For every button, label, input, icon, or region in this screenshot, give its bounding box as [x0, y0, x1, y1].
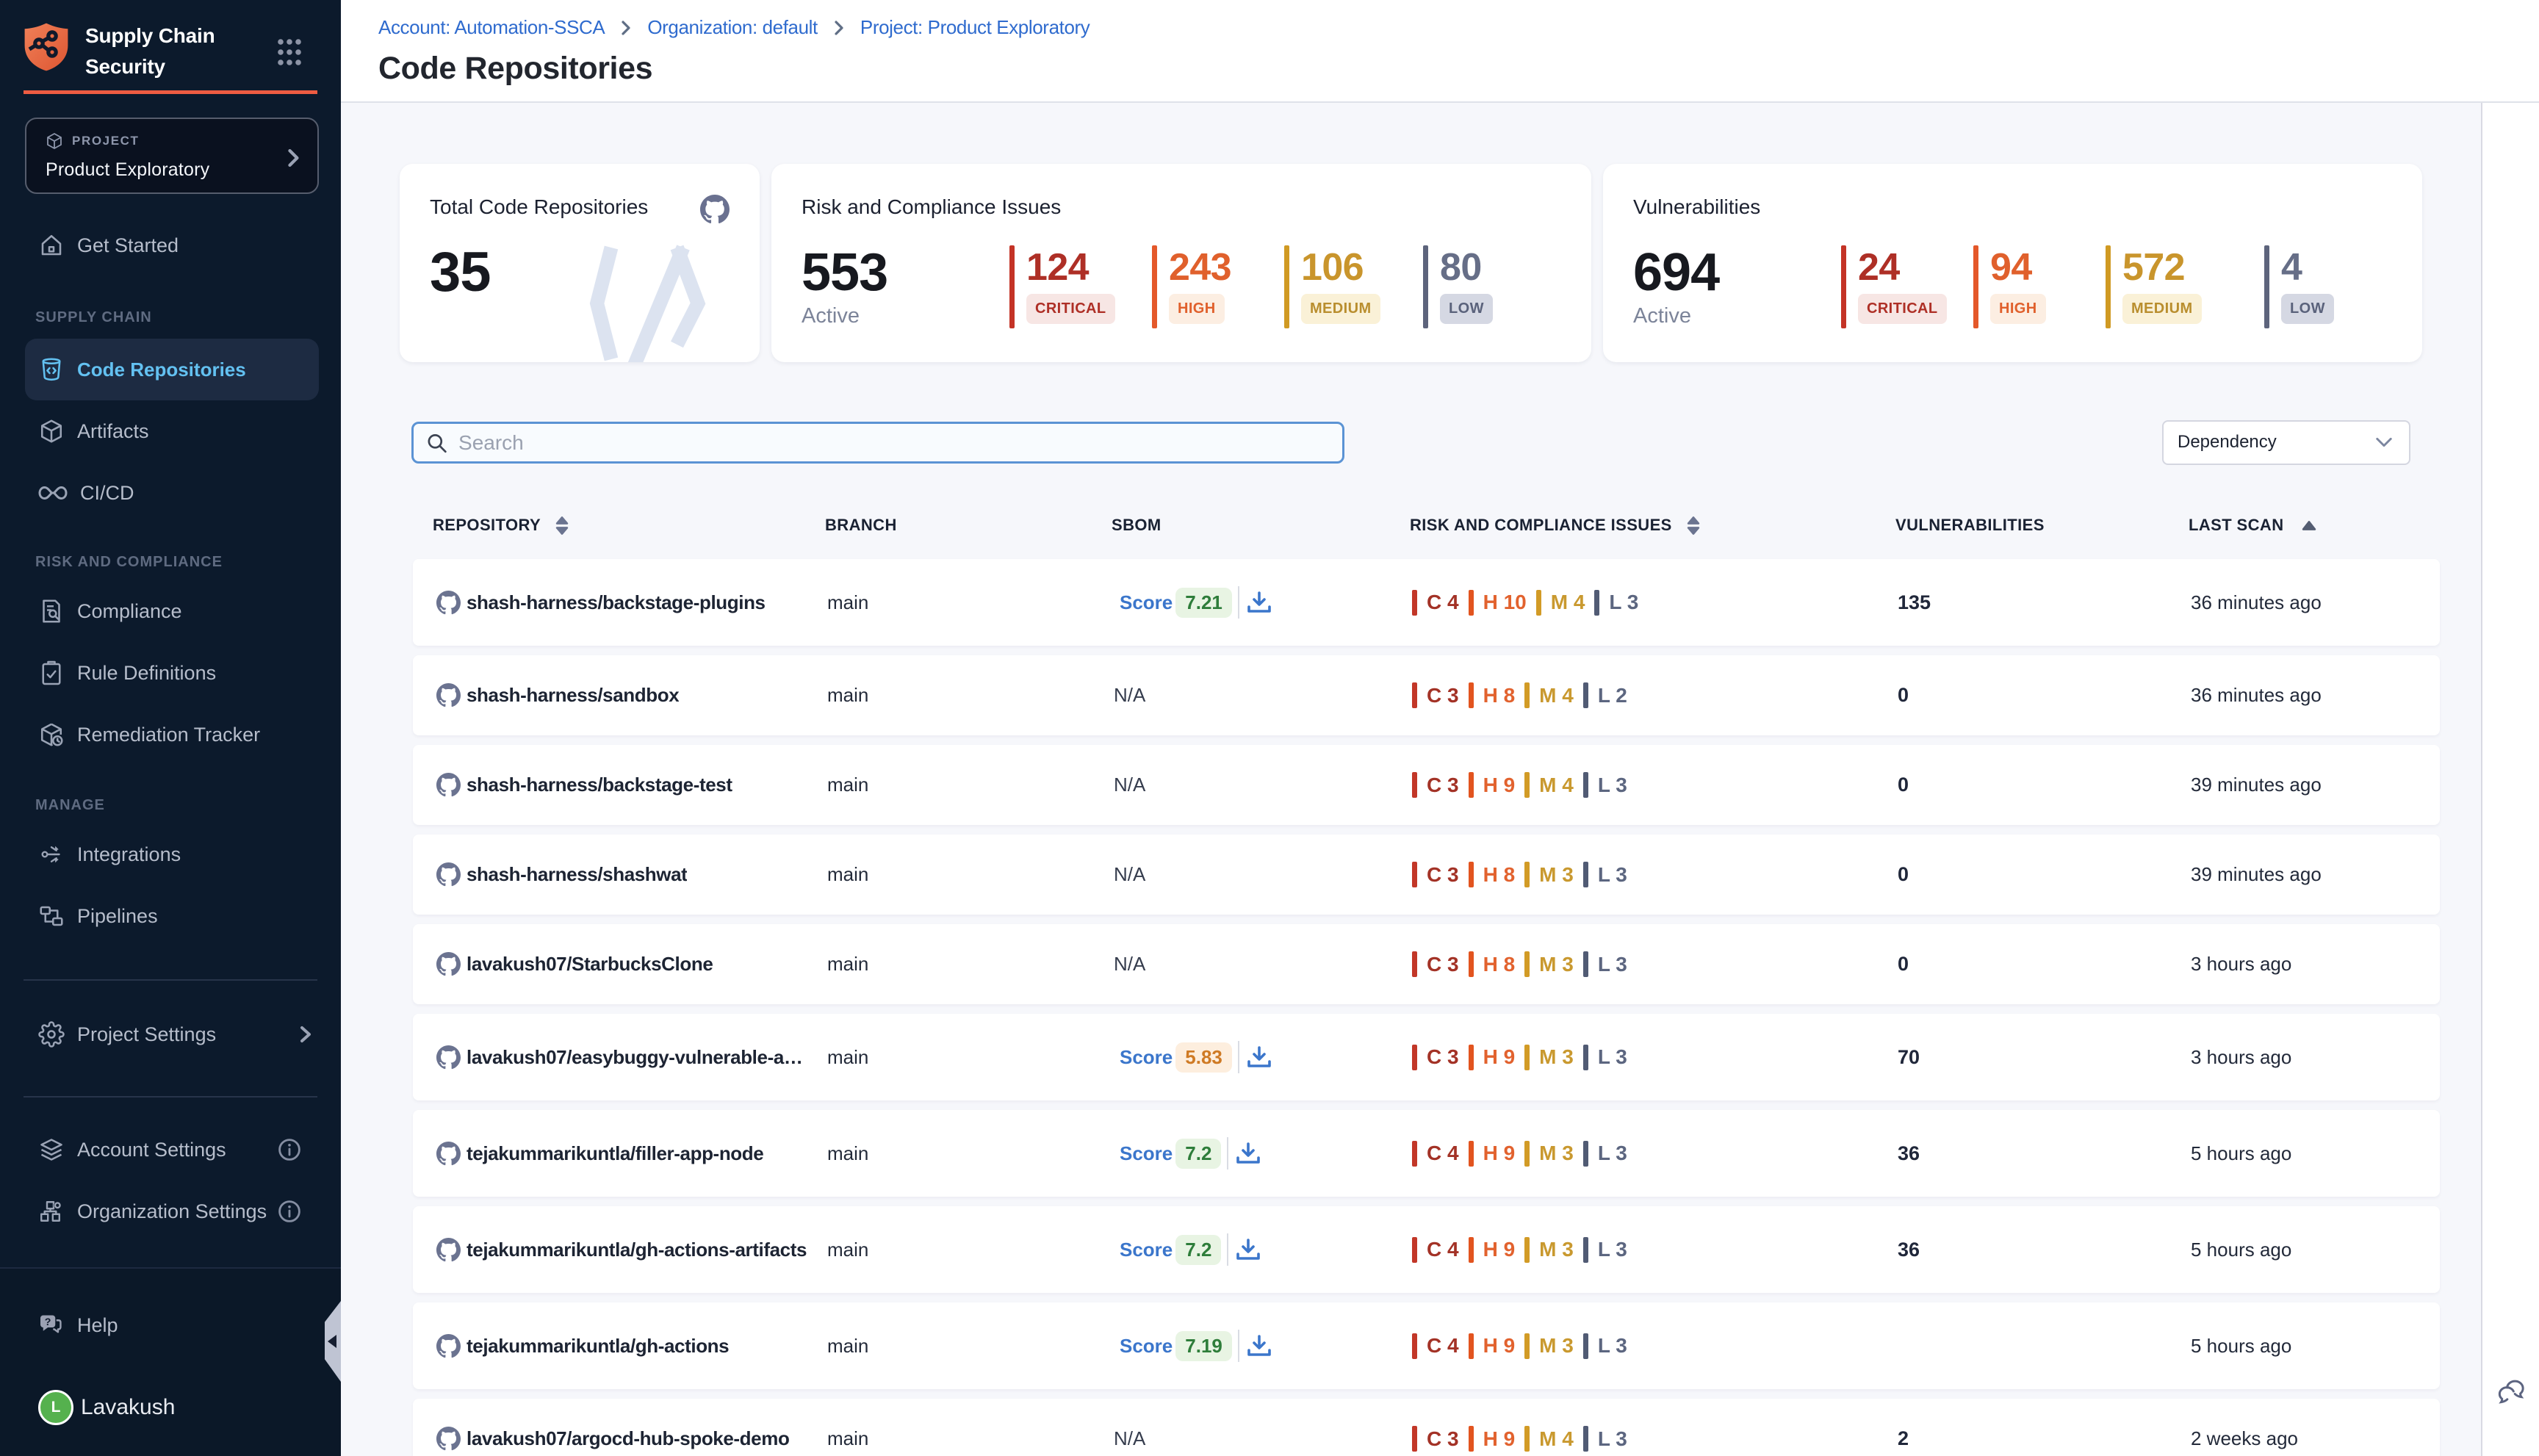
- svg-text:?: ?: [45, 1316, 51, 1328]
